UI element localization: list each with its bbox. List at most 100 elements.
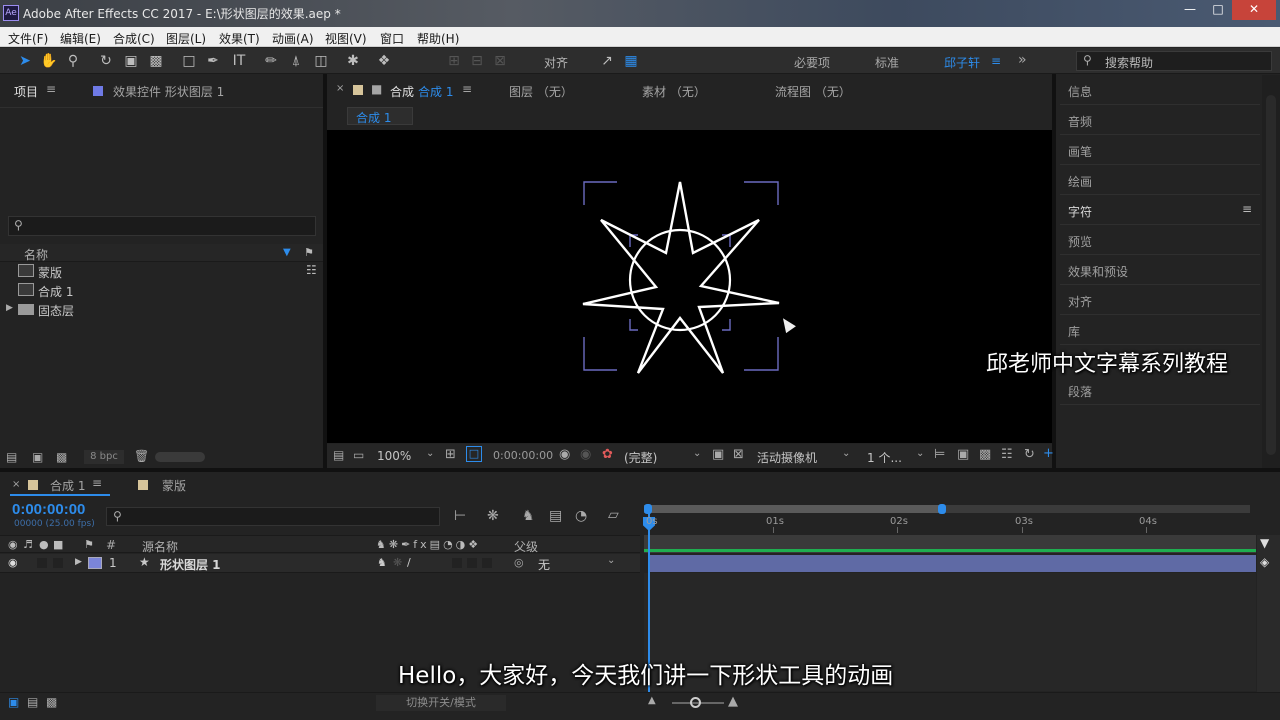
axis-local-icon[interactable]: ⊞ (445, 52, 463, 70)
project-item[interactable]: ▶ 固态层 (4, 301, 322, 319)
rotate-tool-icon[interactable]: ↻ (97, 52, 115, 70)
graph-editor-icon[interactable]: ▱ (608, 507, 619, 523)
label-column-icon[interactable]: ⚑ (84, 538, 94, 551)
puppet-pin-tool-icon[interactable]: ❖ (375, 52, 393, 70)
parent-select[interactable]: 无 (538, 556, 550, 573)
tab-composition-prefix[interactable]: 合成 (390, 83, 414, 100)
column-parent[interactable]: 父级 (514, 538, 538, 555)
camera-select[interactable]: 活动摄像机 (757, 449, 817, 466)
character-panel-menu-icon[interactable]: ≡ (1242, 202, 1252, 216)
workspace-custom[interactable]: 邱子轩 (944, 54, 980, 71)
roto-brush-tool-icon[interactable]: ✱ (344, 52, 362, 70)
viewer-timecode[interactable]: 0:00:00:00 (493, 449, 553, 462)
bit-depth-button[interactable]: 8 bpc (84, 450, 124, 464)
snap-target-icon[interactable]: ▦ (622, 52, 640, 70)
maximize-button[interactable]: □ (1204, 0, 1232, 20)
zoom-slider-thumb[interactable] (690, 697, 701, 708)
menu-edit[interactable]: 编辑(E) (60, 30, 101, 47)
viewer-menu-icon[interactable]: ≡ (462, 82, 472, 96)
video-toggle-icon[interactable]: ◉ (8, 538, 18, 551)
toggle-switches-modes-button[interactable]: 切换开关/模式 (376, 695, 506, 711)
audio-toggle-icon[interactable]: ♬ (23, 538, 33, 551)
zoom-in-icon[interactable]: ▲ (728, 694, 738, 709)
lock-toggle-icon[interactable]: ■ (53, 538, 63, 551)
toggle-transparency-icon[interactable]: ⊠ (733, 447, 744, 462)
thumbnail-slider[interactable] (155, 452, 205, 462)
work-area-end-handle[interactable] (938, 504, 946, 514)
close-tab-icon[interactable]: × (12, 479, 20, 490)
quality-switch-icon[interactable]: / (407, 556, 411, 569)
zoom-select[interactable]: 100% (377, 449, 411, 463)
expand-arrow-icon[interactable]: ▶ (6, 303, 13, 313)
menu-window[interactable]: 窗口 (380, 30, 404, 47)
panel-character[interactable]: 字符 (1068, 203, 1092, 220)
minimize-button[interactable]: — (1176, 0, 1204, 20)
expand-arrow-icon[interactable]: ▶ (75, 557, 82, 567)
tab-timeline-mask[interactable]: 蒙版 (162, 477, 186, 494)
new-composition-icon[interactable]: ▩ (56, 450, 67, 464)
workspace-standard[interactable]: 标准 (875, 54, 899, 71)
layer-name[interactable]: 形状图层 1 (160, 556, 221, 573)
view-layout-select[interactable]: 1 个... (867, 449, 902, 466)
menu-layer[interactable]: 图层(L) (166, 30, 206, 47)
snapshot-icon[interactable]: ◉ (559, 447, 570, 462)
timeline-menu-icon[interactable]: ≡ (92, 476, 102, 490)
new-folder-icon[interactable]: ▣ (32, 450, 43, 464)
reset-exposure-icon[interactable]: ↻ (1024, 447, 1035, 462)
composition-canvas[interactable] (327, 130, 1052, 443)
exposure-plus-icon[interactable]: + (1043, 446, 1054, 461)
monitor-icon[interactable]: ▭ (353, 448, 364, 462)
menu-effect[interactable]: 效果(T) (219, 30, 260, 47)
workspace-menu-icon[interactable]: ≡ (991, 54, 1001, 68)
collapse-switch-icon[interactable]: ❋ (393, 556, 402, 569)
comp-button-icon[interactable]: ▼ (1260, 536, 1269, 550)
tab-footage[interactable]: 素材 （无） (642, 83, 706, 100)
tab-effect-controls[interactable]: 效果控件 形状图层 1 (113, 83, 224, 100)
type-tool-icon[interactable]: IT (228, 52, 250, 70)
menu-file[interactable]: 文件(F) (8, 30, 48, 47)
timeline-timecode[interactable]: 0:00:00:00 (12, 501, 85, 518)
resolution-select[interactable]: (完整) (624, 449, 657, 466)
layer-duration-bar[interactable] (648, 555, 1256, 572)
switch-box[interactable] (482, 558, 492, 568)
menu-help[interactable]: 帮助(H) (417, 30, 459, 47)
trash-icon[interactable]: 🗑 (134, 449, 149, 463)
channel-icon[interactable]: ✿ (602, 447, 613, 462)
keyframe-nav-icon[interactable]: ◈ (1260, 555, 1269, 569)
workspace-essentials[interactable]: 必要项 (794, 54, 830, 71)
shy-switch-icon[interactable]: ♞ (377, 556, 387, 569)
rectangle-tool-icon[interactable]: □ (180, 52, 198, 70)
chevron-down-icon[interactable]: ⌄ (426, 448, 434, 459)
help-search-field[interactable]: ⚲ 搜索帮助 (1076, 51, 1272, 71)
motion-blur-icon[interactable]: ◔ (575, 508, 587, 524)
menu-composition[interactable]: 合成(C) (113, 30, 155, 47)
snap-icon[interactable]: ↗ (598, 52, 616, 70)
project-search-input[interactable]: ⚲ (8, 216, 316, 236)
flowchart-icon[interactable]: ☷ (1001, 447, 1013, 462)
solo-box[interactable] (37, 558, 47, 568)
region-of-interest-icon[interactable]: ▣ (712, 447, 724, 462)
hand-tool-icon[interactable]: ✋ (40, 52, 58, 70)
lock-icon[interactable]: ■ (371, 82, 382, 96)
chevron-down-icon[interactable]: ⌄ (842, 448, 850, 459)
panel-paint[interactable]: 绘画 (1068, 173, 1092, 190)
tab-layer[interactable]: 图层 （无） (509, 83, 573, 100)
panel-preview[interactable]: 预览 (1068, 233, 1092, 250)
fast-preview-icon[interactable]: ▣ (957, 447, 969, 462)
column-source-name[interactable]: 源名称 (142, 538, 178, 555)
selection-tool-icon[interactable]: ➤ (16, 52, 34, 70)
panel-info[interactable]: 信息 (1068, 83, 1092, 100)
fit-frame-icon[interactable]: ⊞ (445, 447, 456, 462)
panel-libraries[interactable]: 库 (1068, 323, 1080, 340)
solo-toggle-icon[interactable]: ● (39, 538, 49, 551)
interpret-footage-icon[interactable]: ▤ (6, 450, 17, 464)
scrollbar-thumb[interactable] (1266, 95, 1276, 455)
clone-stamp-tool-icon[interactable]: ⍋ (287, 52, 305, 70)
layer-switches-toggle-icon[interactable]: ▣ (8, 695, 19, 709)
column-number[interactable]: # (106, 538, 116, 552)
switches-icons[interactable]: ♞❋✒fx▤◔◑❖ (376, 538, 481, 551)
switch-box[interactable] (452, 558, 462, 568)
axis-world-icon[interactable]: ⊟ (468, 52, 486, 70)
close-button[interactable]: ✕ (1232, 0, 1276, 20)
panel-paragraph[interactable]: 段落 (1068, 383, 1092, 400)
